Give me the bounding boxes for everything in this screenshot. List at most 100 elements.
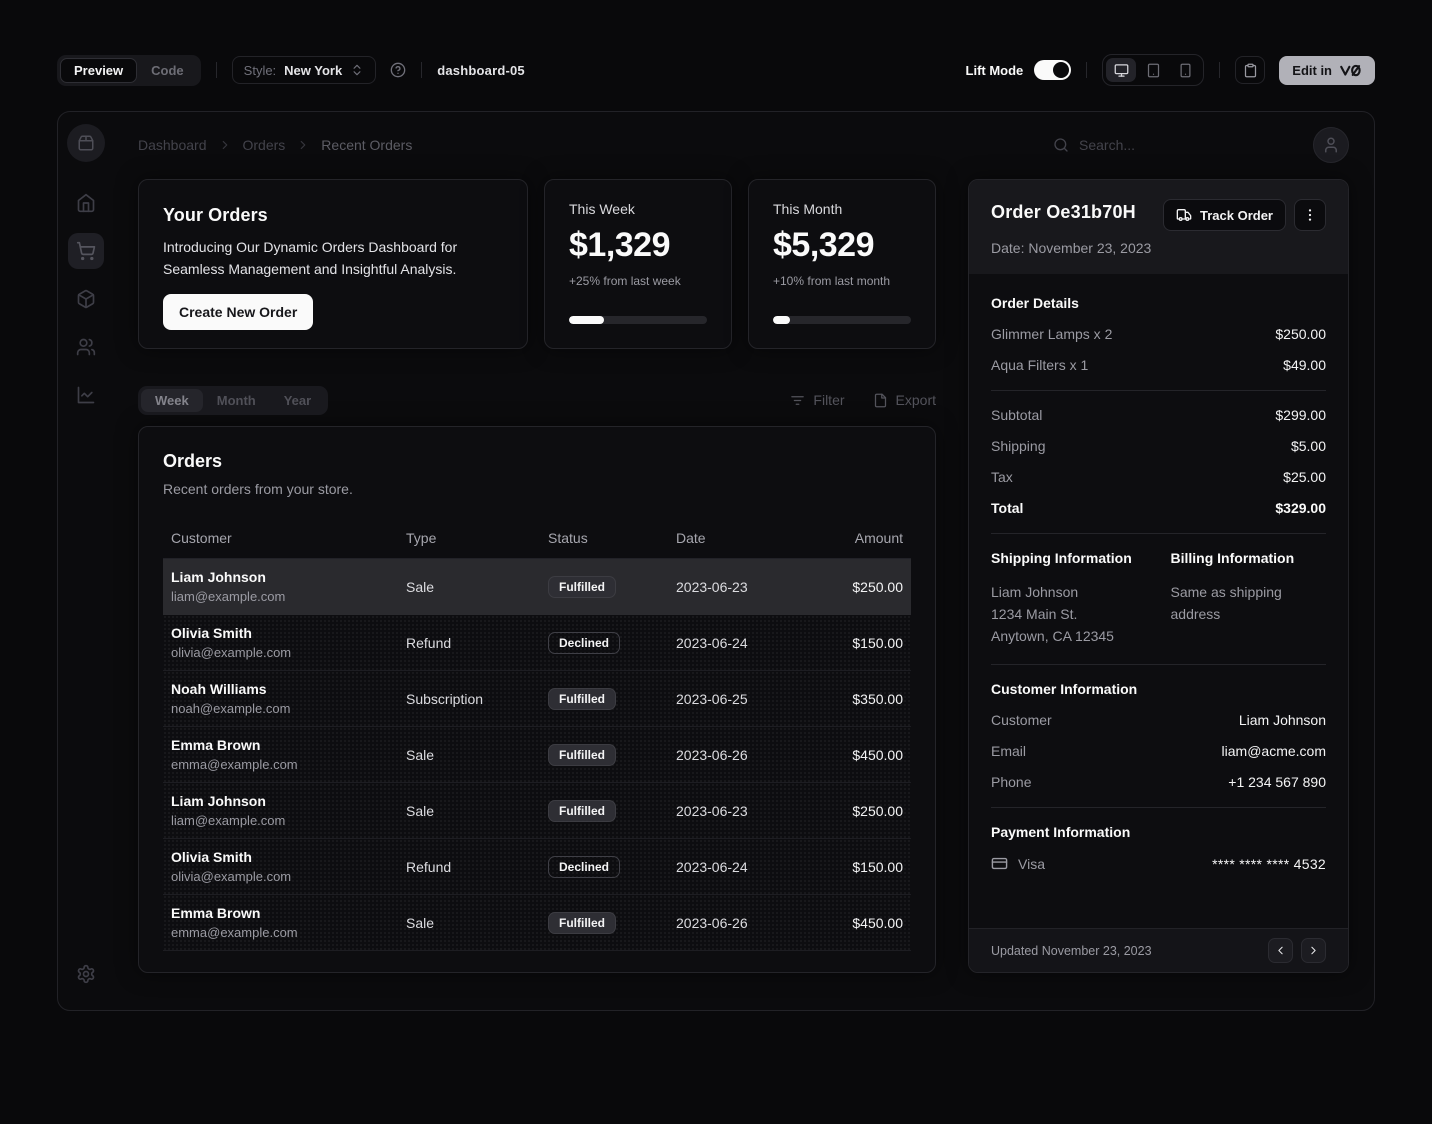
device-size-switcher — [1102, 54, 1204, 86]
shipping-line: Liam Johnson — [991, 581, 1147, 603]
tablet-view-button[interactable] — [1138, 58, 1168, 82]
breadcrumb-dashboard[interactable]: Dashboard — [138, 137, 207, 153]
sidebar-item-products[interactable] — [68, 281, 104, 317]
column-amount: Amount — [822, 530, 903, 546]
summary-value: $25.00 — [1283, 469, 1326, 485]
type-cell: Sale — [406, 579, 548, 595]
customer-cell: Liam Johnson liam@example.com — [171, 793, 406, 828]
column-status: Status — [548, 530, 676, 546]
summary-label: Shipping — [991, 438, 1046, 454]
amount-cell: $350.00 — [822, 691, 903, 707]
copy-code-button[interactable] — [1235, 56, 1265, 84]
type-cell: Sale — [406, 803, 548, 819]
filter-label: Filter — [813, 392, 844, 408]
table-row[interactable]: Olivia Smith olivia@example.com Refund D… — [163, 615, 911, 671]
next-order-button[interactable] — [1301, 938, 1326, 963]
status-cell: Fulfilled — [548, 688, 676, 710]
stat-progress-bar — [569, 316, 707, 324]
status-badge: Fulfilled — [548, 912, 616, 934]
status-badge: Fulfilled — [548, 576, 616, 598]
order-panel-body: Order Details Glimmer Lamps x 2 $250.00 … — [969, 274, 1348, 928]
status-badge: Fulfilled — [548, 800, 616, 822]
table-row[interactable]: Emma Brown emma@example.com Sale Fulfill… — [163, 895, 911, 951]
customer-email: olivia@example.com — [171, 645, 406, 660]
summary-label: Total — [991, 500, 1023, 516]
more-vertical-icon — [1302, 207, 1318, 223]
preview-tab[interactable]: Preview — [60, 58, 137, 83]
status-badge: Declined — [548, 632, 620, 654]
sidebar-item-settings[interactable] — [68, 956, 104, 992]
divider — [216, 62, 217, 78]
customer-email: liam@example.com — [171, 813, 406, 828]
tab-month[interactable]: Month — [203, 389, 270, 412]
amount-cell: $250.00 — [822, 803, 903, 819]
tab-year[interactable]: Year — [270, 389, 325, 412]
shipping-info-block: Shipping Information Liam Johnson 1234 M… — [991, 550, 1147, 647]
order-pagination — [1268, 938, 1326, 963]
smartphone-icon — [1178, 63, 1193, 78]
orders-list-toolbar: Week Month Year Filter Export — [138, 385, 936, 415]
breadcrumb-orders[interactable]: Orders — [243, 137, 286, 153]
phone-view-button[interactable] — [1170, 58, 1200, 82]
sidebar-item-analytics[interactable] — [68, 377, 104, 413]
track-order-button[interactable]: Track Order — [1163, 199, 1286, 231]
edit-in-v0-button[interactable]: Edit in — [1279, 56, 1375, 85]
app-header: Dashboard Orders Recent Orders — [138, 127, 1349, 163]
sidebar-item-orders[interactable] — [68, 233, 104, 269]
type-cell: Sale — [406, 747, 548, 763]
type-cell: Subscription — [406, 691, 548, 707]
type-cell: Sale — [406, 915, 548, 931]
customer-info-row: Customer Liam Johnson — [991, 712, 1326, 728]
app-logo-button[interactable] — [67, 124, 105, 162]
filter-button[interactable]: Filter — [790, 392, 844, 408]
customer-info-label: Email — [991, 743, 1026, 759]
code-tab[interactable]: Code — [137, 58, 198, 83]
table-row[interactable]: Noah Williams noah@example.com Subscript… — [163, 671, 911, 727]
customer-info-label: Customer — [991, 712, 1052, 728]
create-new-order-button[interactable]: Create New Order — [163, 294, 313, 330]
previous-order-button[interactable] — [1268, 938, 1293, 963]
lift-mode-toggle[interactable] — [1034, 60, 1071, 80]
search-box — [1053, 137, 1299, 153]
v0-logo — [1340, 64, 1362, 77]
type-cell: Refund — [406, 859, 548, 875]
date-cell: 2023-06-24 — [676, 635, 822, 651]
customer-cell: Liam Johnson liam@example.com — [171, 569, 406, 604]
status-cell: Declined — [548, 856, 676, 878]
search-input[interactable] — [1079, 137, 1299, 153]
user-menu-button[interactable] — [1313, 127, 1349, 163]
order-item-value: $250.00 — [1275, 326, 1326, 342]
style-select-value: New York — [284, 63, 342, 78]
desktop-view-button[interactable] — [1106, 58, 1136, 82]
style-select-label: Style: — [244, 63, 277, 78]
sidebar-item-customers[interactable] — [68, 329, 104, 365]
customer-cell: Noah Williams noah@example.com — [171, 681, 406, 716]
chevrons-up-down-icon — [350, 63, 364, 77]
export-button[interactable]: Export — [873, 392, 936, 408]
table-row[interactable]: Liam Johnson liam@example.com Sale Fulfi… — [163, 559, 911, 615]
summary-value: $329.00 — [1275, 500, 1326, 516]
separator — [991, 807, 1326, 808]
date-cell: 2023-06-26 — [676, 747, 822, 763]
order-more-button[interactable] — [1294, 199, 1326, 231]
table-row[interactable]: Emma Brown emma@example.com Sale Fulfill… — [163, 727, 911, 783]
orders-title: Orders — [163, 451, 911, 472]
style-select[interactable]: Style: New York — [232, 56, 377, 84]
help-button[interactable] — [390, 62, 406, 78]
summary-label: Subtotal — [991, 407, 1042, 423]
table-row[interactable]: Olivia Smith olivia@example.com Refund D… — [163, 839, 911, 895]
divider — [1219, 62, 1220, 78]
customer-cell: Emma Brown emma@example.com — [171, 737, 406, 772]
status-badge: Fulfilled — [548, 688, 616, 710]
tab-week[interactable]: Week — [141, 389, 203, 412]
column-type: Type — [406, 530, 548, 546]
updated-text: Updated November 23, 2023 — [991, 944, 1152, 958]
shipping-line: Anytown, CA 12345 — [991, 625, 1147, 647]
sidebar-item-dashboard[interactable] — [68, 185, 104, 221]
customer-name: Olivia Smith — [171, 849, 406, 865]
table-row[interactable]: Liam Johnson liam@example.com Sale Fulfi… — [163, 783, 911, 839]
customer-info-value: liam@acme.com — [1222, 743, 1326, 759]
orders-table-card: Orders Recent orders from your store. Cu… — [138, 426, 936, 973]
user-icon — [1322, 136, 1340, 154]
customer-email: emma@example.com — [171, 925, 406, 940]
